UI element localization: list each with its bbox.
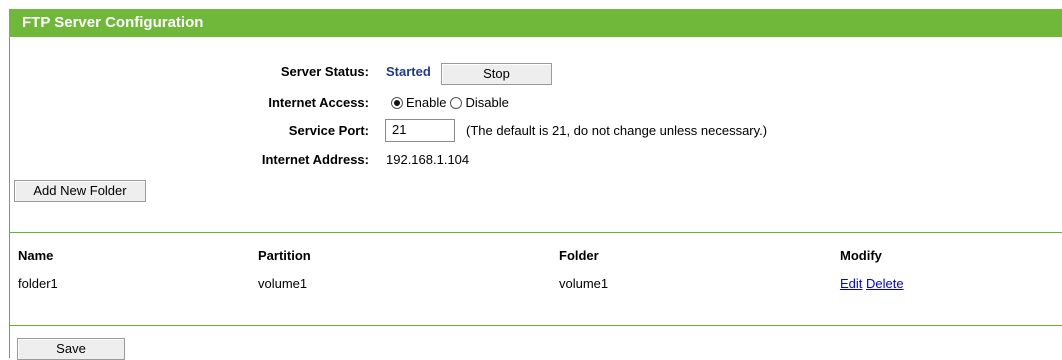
enable-radio-label[interactable]: Enable <box>406 95 446 110</box>
column-header-name: Name <box>18 248 54 263</box>
server-status-label: Server Status: <box>280 64 369 79</box>
edit-link[interactable]: Edit <box>840 276 862 291</box>
internet-access-options: Enable Disable <box>391 95 513 110</box>
divider <box>9 325 1062 326</box>
stop-button[interactable]: Stop <box>441 63 552 85</box>
disable-radio[interactable] <box>450 97 463 109</box>
row-name: folder1 <box>18 276 58 291</box>
column-header-folder: Folder <box>559 248 599 263</box>
server-status-value: Started <box>386 64 431 79</box>
internet-access-label: Internet Access: <box>268 95 369 110</box>
service-port-input[interactable]: 21 <box>385 119 455 142</box>
row-folder: volume1 <box>559 276 609 291</box>
disable-radio-label[interactable]: Disable <box>465 95 508 110</box>
column-header-modify: Modify <box>840 248 882 263</box>
save-button[interactable]: Save <box>17 338 125 360</box>
row-partition: volume1 <box>258 276 308 291</box>
column-header-partition: Partition <box>258 248 311 263</box>
delete-link[interactable]: Delete <box>866 276 904 291</box>
service-port-hint: (The default is 21, do not change unless… <box>466 123 768 138</box>
internet-address-value: 192.168.1.104 <box>386 152 470 167</box>
service-port-label: Service Port: <box>288 123 369 138</box>
internet-address-label: Internet Address: <box>261 152 369 167</box>
ftp-config-panel <box>9 9 1062 358</box>
enable-radio[interactable] <box>391 97 403 109</box>
panel-header: FTP Server Configuration <box>9 9 1062 37</box>
divider <box>9 232 1062 233</box>
add-new-folder-button[interactable]: Add New Folder <box>14 180 146 202</box>
row-actions: Edit Delete <box>840 276 904 291</box>
